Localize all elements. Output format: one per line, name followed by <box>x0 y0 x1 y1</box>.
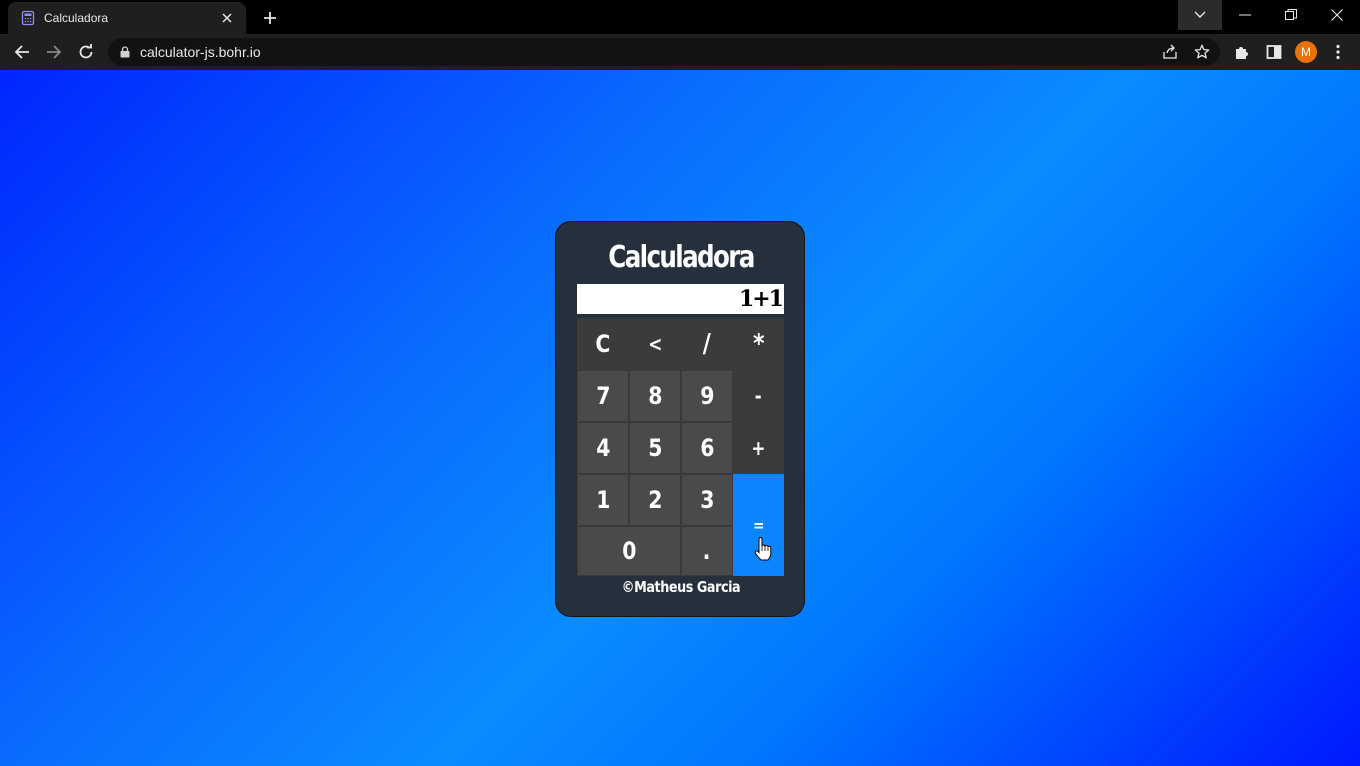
seven-button[interactable]: 7 <box>577 370 629 422</box>
four-button[interactable]: 4 <box>577 422 629 474</box>
forward-arrow-icon[interactable] <box>40 38 68 66</box>
six-button[interactable]: 6 <box>681 422 733 474</box>
minimize-icon[interactable] <box>1222 0 1268 30</box>
multiply-button[interactable]: * <box>733 318 784 370</box>
reload-icon[interactable] <box>72 38 100 66</box>
back-arrow-icon[interactable] <box>8 38 36 66</box>
extensions-puzzle-icon[interactable] <box>1228 38 1256 66</box>
tab-search-chevron-icon[interactable] <box>1178 0 1222 30</box>
side-panel-icon[interactable] <box>1260 38 1288 66</box>
three-button[interactable]: 3 <box>681 474 733 526</box>
one-button[interactable]: 1 <box>577 474 629 526</box>
calculator-display[interactable] <box>577 284 784 314</box>
backspace-button[interactable]: < <box>629 318 681 370</box>
lock-icon[interactable] <box>120 46 130 58</box>
restore-icon[interactable] <box>1268 0 1314 30</box>
url-text: calculator-js.bohr.io <box>140 44 261 60</box>
author-credit: ©Matheus Garcia <box>621 578 741 596</box>
tab-strip: Calculadora <box>0 0 1360 34</box>
browser-tab[interactable]: Calculadora <box>8 2 246 34</box>
eight-button[interactable]: 8 <box>629 370 681 422</box>
share-icon[interactable] <box>1158 40 1182 64</box>
window-close-icon[interactable] <box>1314 0 1360 30</box>
equals-button[interactable]: = <box>733 474 784 576</box>
zero-button[interactable]: 0 <box>577 526 681 576</box>
nine-button[interactable]: 9 <box>681 370 733 422</box>
add-button[interactable]: + <box>733 422 784 474</box>
new-tab-icon[interactable] <box>258 6 282 30</box>
tab-title: Calculadora <box>44 11 109 25</box>
page-background: Calculadora C < / * 7 8 9 - 4 5 6 + 1 2 … <box>0 70 1360 766</box>
divide-button[interactable]: / <box>681 318 733 370</box>
clear-button[interactable]: C <box>577 318 629 370</box>
calculator-title: Calculadora <box>608 240 755 275</box>
address-bar[interactable]: calculator-js.bohr.io <box>108 38 1220 66</box>
bookmark-star-icon[interactable] <box>1190 40 1214 64</box>
browser-toolbar: calculator-js.bohr.io <box>0 34 1360 70</box>
calculator-icon <box>20 10 36 26</box>
decimal-button[interactable]: . <box>681 526 733 576</box>
close-tab-icon[interactable] <box>218 9 236 27</box>
subtract-button[interactable]: - <box>733 370 784 422</box>
two-button[interactable]: 2 <box>629 474 681 526</box>
five-button[interactable]: 5 <box>629 422 681 474</box>
kebab-menu-icon[interactable] <box>1324 38 1352 66</box>
profile-avatar[interactable]: M <box>1295 41 1317 63</box>
keypad: C < / * 7 8 9 - 4 5 6 + 1 2 3 = 0 . <box>577 318 784 576</box>
calculator-panel: Calculadora C < / * 7 8 9 - 4 5 6 + 1 2 … <box>555 221 805 617</box>
